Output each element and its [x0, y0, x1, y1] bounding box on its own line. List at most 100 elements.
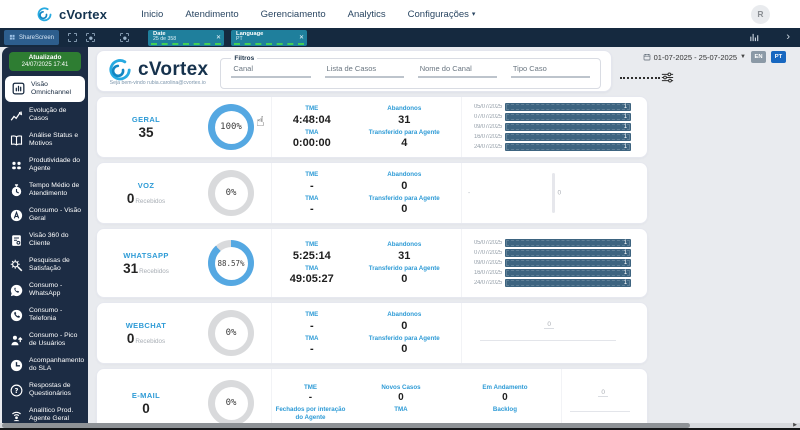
donut-percent: 100%: [220, 122, 242, 132]
bar[interactable]: 1: [505, 143, 631, 151]
user-avatar[interactable]: R: [751, 5, 770, 24]
bar[interactable]: 1: [505, 133, 631, 141]
sidebar-item-acompanhamento-do-sla[interactable]: Acompanhamento do SLA: [2, 353, 88, 378]
bar[interactable]: 1: [505, 103, 631, 111]
sidebar-item-pesquisas-de-satisfacao[interactable]: Pesquisas de Satisfação: [2, 253, 88, 278]
bar[interactable]: 1: [505, 269, 631, 277]
channel-count-suffix: Recebidos: [135, 198, 165, 205]
filter-input-lista-de-casos[interactable]: Lista de Casos: [325, 62, 404, 78]
chevron-right-icon[interactable]: ›: [786, 32, 790, 43]
metric: TME-: [272, 384, 349, 403]
filter-input-nome-do-canal[interactable]: Nome do Canal: [418, 62, 497, 78]
language-en-button[interactable]: EN: [751, 51, 766, 63]
channel-metrics: TME4:48:04Abandonos31TMA0:00:00Transferi…: [271, 97, 457, 157]
bar-category-label: 16/07/2025: [466, 270, 502, 276]
bar-row: 07/07/20251: [466, 249, 635, 257]
app-logo[interactable]: cVortex: [36, 6, 107, 23]
nav-item-inicio[interactable]: Inicio: [141, 9, 163, 20]
capture-chips: Date25 de 358✕ LanguagePT✕: [148, 30, 307, 46]
sidebar: Atualizado 24/07/2025 17:41 Visão Omnich…: [2, 47, 88, 430]
bar-value-label: 1: [624, 259, 627, 267]
date-controls: 01-07-2025 - 25-07-2025 ▼ EN PT: [643, 51, 786, 63]
filter-input-tipo-caso[interactable]: Tipo Caso: [511, 62, 590, 78]
nav-item-label: Configurações: [408, 9, 469, 20]
close-icon[interactable]: ✕: [299, 34, 304, 41]
screen: cVortex Inicio Atendimento Gerenciamento An…: [0, 0, 800, 430]
metric: Transferido para Agente0: [352, 335, 457, 355]
questionnaire-icon: ?: [9, 383, 24, 398]
sidebar-item-consumo-whatsapp[interactable]: Consumo - WhatsApp: [2, 278, 88, 303]
sidebar-item-consumo-pico-de-usuarios[interactable]: Consumo - Pico de Usuários: [2, 328, 88, 353]
capture-toolbar: ShareScreen Date25 de 358✕ LanguagePT✕ ›: [0, 28, 800, 47]
channel-card-whatsapp: WHATSAPP31Recebidos88.57%TME5:25:14Aband…: [96, 228, 648, 298]
sidebar-item-respostas-de-questionarios[interactable]: ?Respostas de Questionários: [2, 378, 88, 403]
sidebar-item-produtividade-do-agente[interactable]: Produtividade do Agente: [2, 153, 88, 178]
bar-value-label: 1: [624, 113, 627, 121]
channel-card-e-mail: E-MAIL00%TME-Novos Casos0Em Andamento0Fe…: [96, 368, 648, 430]
language-pt-button[interactable]: PT: [771, 51, 786, 63]
channel-card-webchat: WEBCHAT0Recebidos0%TME-Abandonos0TMA-Tra…: [96, 302, 648, 364]
sidebar-item-consumo-telefonia[interactable]: Consumo - Telefonia: [2, 303, 88, 328]
columns-chart-icon[interactable]: [749, 32, 760, 43]
bar[interactable]: 1: [505, 249, 631, 257]
capture-frame-icon[interactable]: [86, 33, 95, 42]
share-screen-button[interactable]: ShareScreen: [4, 30, 59, 45]
filter-input-canal[interactable]: Canal: [231, 62, 310, 78]
channel-info: WHATSAPP31Recebidos: [97, 251, 195, 276]
sidebar-item-label: Tempo Médio de Atendimento: [29, 182, 84, 198]
sidebar-item-evolucao-de-casos[interactable]: Evolução de Casos: [2, 103, 88, 128]
bar[interactable]: 1: [505, 123, 631, 131]
bar[interactable]: 1: [505, 113, 631, 121]
channel-card-voz: VOZ0Recebidos0%TME-Abandonos0TMA-Transfe…: [96, 162, 648, 224]
bar-track: 1: [505, 279, 635, 287]
sliders-filter-icon[interactable]: [660, 70, 675, 85]
top-nav: Inicio Atendimento Gerenciamento Analytics C…: [141, 9, 475, 20]
nav-item-atendimento[interactable]: Atendimento: [185, 9, 238, 20]
metric-label: TMA: [275, 129, 349, 136]
updated-badge-label: Atualizado: [11, 54, 79, 62]
capture-settings-icon[interactable]: [120, 33, 129, 42]
header-right-controls: 01-07-2025 - 25-07-2025 ▼ EN PT: [620, 50, 790, 92]
bar[interactable]: 1: [505, 239, 631, 247]
nav-item-label: Atendimento: [185, 9, 238, 20]
donut-chart: 0%: [208, 170, 254, 216]
bar-row: 16/07/20251: [466, 133, 635, 141]
nav-item-configuracoes[interactable]: Configurações▾: [408, 9, 476, 20]
metric: Abandonos0: [352, 171, 457, 191]
sidebar-item-visao-omnichannel[interactable]: Visão Omnichannel: [5, 76, 85, 102]
sidebar-item-label: Consumo - Pico de Usuários: [29, 332, 84, 348]
bar-value-label: 1: [624, 123, 627, 131]
select-area-icon[interactable]: [68, 33, 77, 42]
sidebar-item-label: Consumo - Visão Geral: [29, 207, 84, 223]
bar-row: 07/07/20251: [466, 113, 635, 121]
donut-hole: 88.57%: [215, 247, 248, 280]
metric: Novos Casos0: [349, 384, 453, 403]
bar[interactable]: 1: [505, 259, 631, 267]
close-icon[interactable]: ✕: [216, 34, 221, 41]
sidebar-item-tempo-medio-de-atendimento[interactable]: Tempo Médio de Atendimento: [2, 178, 88, 203]
donut-chart: 0%: [208, 310, 254, 356]
sidebar-item-analise-status-e-motivos[interactable]: Análise Status e Motivos: [2, 128, 88, 153]
channel-name: GERAL: [97, 115, 195, 124]
metric-value: -: [275, 180, 349, 192]
chevron-down-icon: ▼: [740, 54, 746, 60]
metric: TME-: [272, 171, 352, 191]
channel-chart: 05/07/2025107/07/2025109/07/2025116/07/2…: [461, 97, 641, 157]
sidebar-item-consumo-visao-geral[interactable]: Consumo - Visão Geral: [2, 203, 88, 228]
filter-placeholder: Tipo Caso: [513, 64, 547, 73]
metric-label: Transferido para Agente: [355, 195, 454, 202]
capture-chip-date[interactable]: Date25 de 358✕: [148, 30, 224, 46]
nav-item-analytics[interactable]: Analytics: [348, 9, 386, 20]
metric-value: -: [275, 343, 349, 355]
header-card: cVortex Seja bem-vindo rubia.carolina@cv…: [96, 50, 612, 92]
metric-label: TMA: [275, 195, 349, 202]
nav-item-gerenciamento[interactable]: Gerenciamento: [261, 9, 326, 20]
channel-count: 0: [127, 191, 135, 206]
bar[interactable]: 1: [505, 279, 631, 287]
channel-name: VOZ: [97, 181, 195, 190]
sidebar-item-visao-360-do-cliente[interactable]: Visão 360 do Cliente: [2, 228, 88, 253]
capture-chip-language[interactable]: LanguagePT✕: [231, 30, 307, 46]
date-range-picker[interactable]: 01-07-2025 - 25-07-2025 ▼: [643, 53, 746, 62]
status-book-icon: [9, 133, 24, 148]
metric-value: -: [275, 203, 349, 215]
